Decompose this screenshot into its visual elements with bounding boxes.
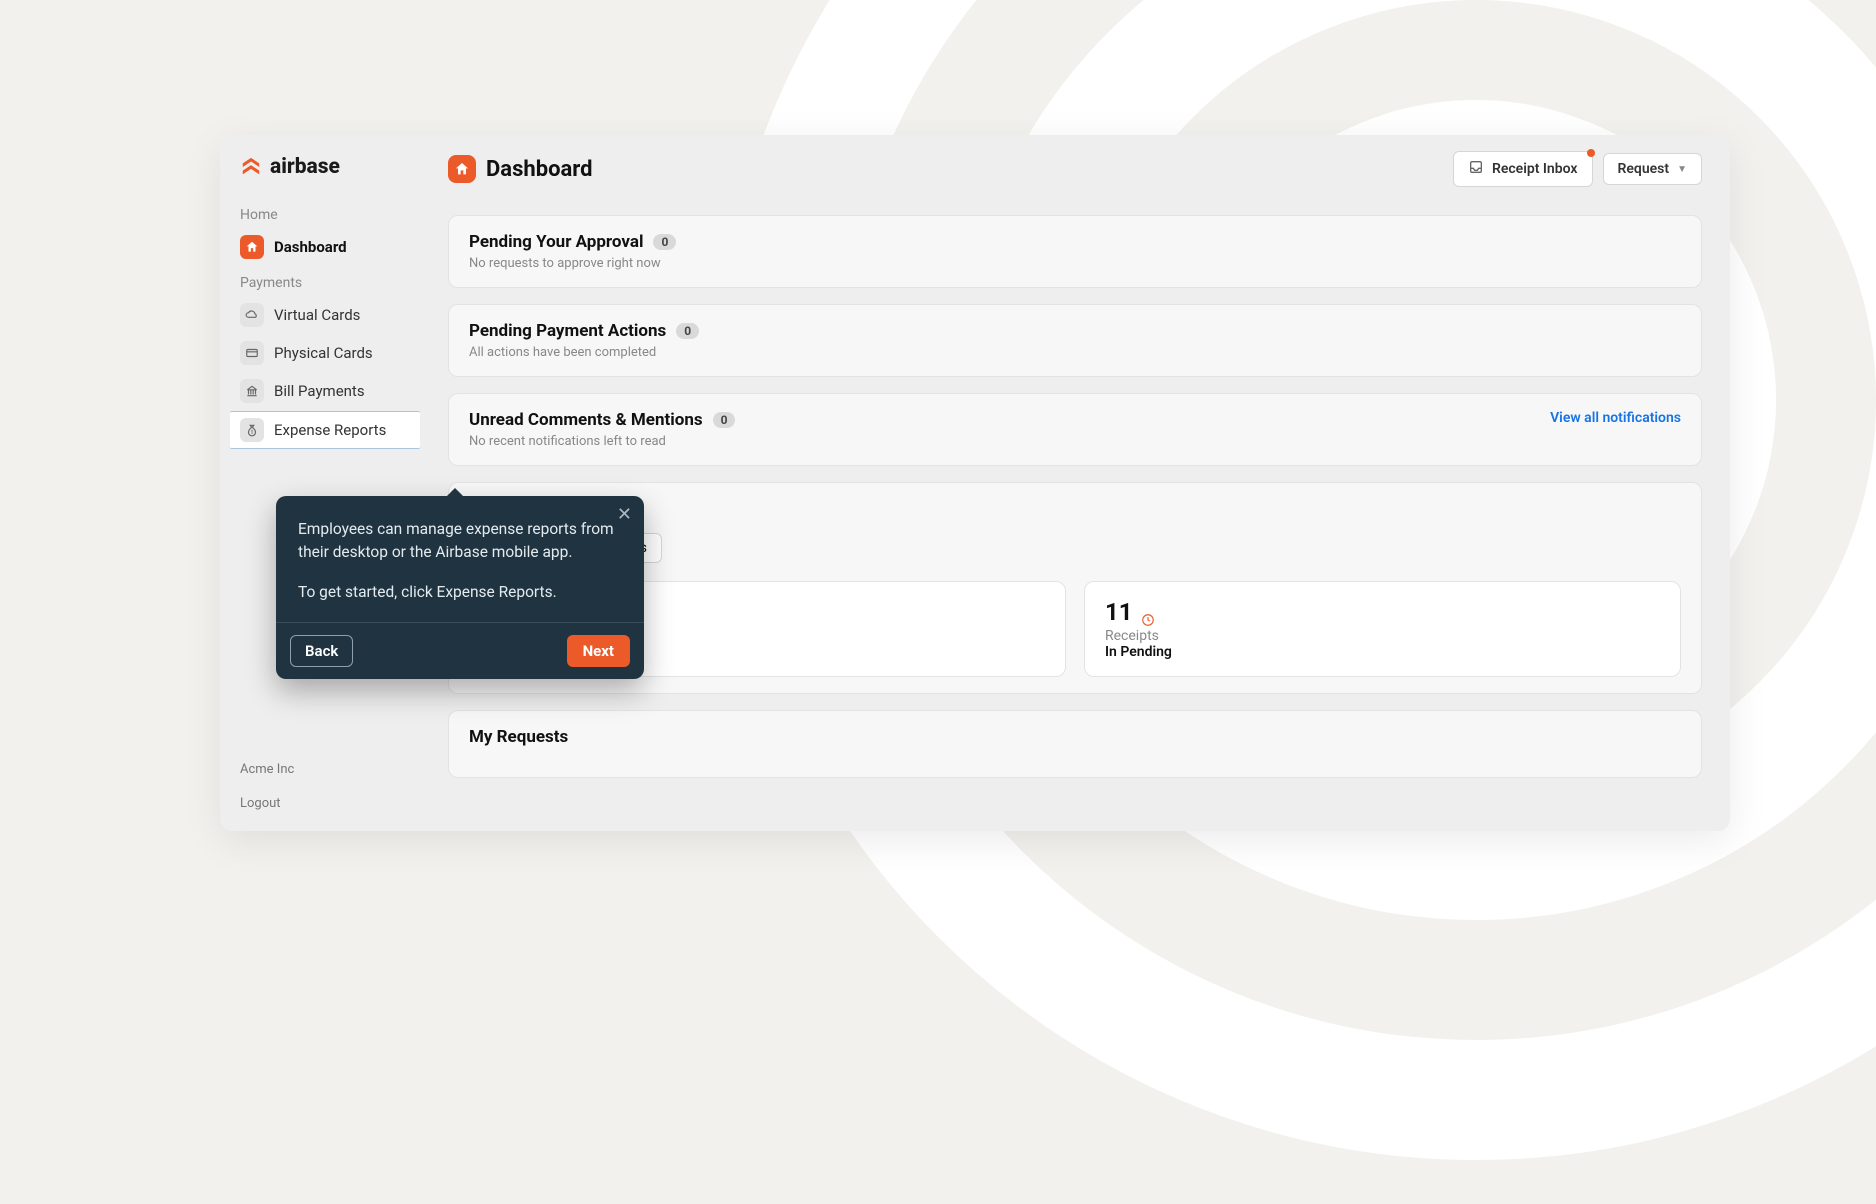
pending-payment-card: Pending Payment Actions 0 All actions ha…: [448, 304, 1702, 377]
sidebar-item-label: Dashboard: [274, 238, 347, 256]
card-subtitle: No recent notifications left to read: [469, 434, 1681, 449]
card-title: My Requests: [469, 727, 1681, 747]
stat-receipts-pending: 11 Receipts In Pending: [1084, 581, 1681, 677]
sidebar-item-label: Expense Reports: [274, 421, 386, 439]
card-title: Pending Your Approval: [469, 232, 643, 252]
my-requests-card: My Requests: [448, 710, 1702, 778]
sidebar: airbase Home Dashboard Payments Virtual …: [220, 135, 420, 831]
sidebar-item-label: Physical Cards: [274, 344, 373, 362]
app-window: airbase Home Dashboard Payments Virtual …: [220, 135, 1730, 831]
logout-link[interactable]: Logout: [240, 794, 294, 814]
back-button[interactable]: Back: [290, 635, 353, 667]
home-icon: [448, 155, 476, 183]
sidebar-item-label: Virtual Cards: [274, 306, 360, 324]
sidebar-item-label: Bill Payments: [274, 382, 365, 400]
sidebar-item-bill-payments[interactable]: Bill Payments: [220, 373, 420, 409]
notification-dot-icon: [1587, 149, 1595, 157]
brand-logo-icon: [240, 156, 262, 178]
view-all-notifications-link[interactable]: View all notifications: [1550, 410, 1681, 426]
main-content: Dashboard Receipt Inbox Request ▼ Pendin…: [420, 135, 1730, 831]
inbox-icon: [1468, 159, 1484, 179]
tooltip-text-1: Employees can manage expense reports fro…: [298, 518, 622, 565]
nav-section-home: Home: [220, 199, 420, 227]
card-title: Unread Comments & Mentions: [469, 410, 703, 430]
header: Dashboard Receipt Inbox Request ▼: [448, 151, 1702, 187]
count-badge: 0: [653, 234, 676, 250]
home-icon: [240, 235, 264, 259]
cloud-icon: [240, 303, 264, 327]
tooltip-body: Employees can manage expense reports fro…: [276, 496, 644, 622]
sidebar-item-expense-reports[interactable]: $ Expense Reports: [230, 411, 420, 449]
card-subtitle: No requests to approve right now: [469, 256, 1681, 271]
pending-approval-card: Pending Your Approval 0 No requests to a…: [448, 215, 1702, 288]
sidebar-item-dashboard[interactable]: Dashboard: [220, 229, 420, 265]
count-badge: 0: [676, 323, 699, 339]
card-subtitle: All actions have been completed: [469, 345, 1681, 360]
attention-tabs: eipts Physical Cards: [469, 533, 1681, 563]
card-title: Pending Payment Actions: [469, 321, 666, 341]
svg-text:$: $: [251, 429, 254, 436]
chevron-down-icon: ▼: [1677, 164, 1687, 175]
unread-comments-card: Unread Comments & Mentions 0 No recent n…: [448, 393, 1702, 466]
tooltip-text-2: To get started, click Expense Reports.: [298, 581, 622, 604]
brand-logo: airbase: [220, 155, 420, 199]
close-icon[interactable]: ✕: [617, 506, 632, 524]
next-button[interactable]: Next: [567, 635, 630, 667]
bank-icon: [240, 379, 264, 403]
money-bag-icon: $: [240, 418, 264, 442]
header-actions: Receipt Inbox Request ▼: [1453, 151, 1702, 187]
page-title: Dashboard: [448, 155, 593, 183]
count-badge: 0: [713, 412, 736, 428]
stat-grid: sactions y Spend 11 Receipts In Pending: [469, 581, 1681, 677]
onboarding-tooltip: ✕ Employees can manage expense reports f…: [276, 496, 644, 679]
sidebar-item-virtual-cards[interactable]: Virtual Cards: [220, 297, 420, 333]
card-icon: [240, 341, 264, 365]
sidebar-item-physical-cards[interactable]: Physical Cards: [220, 335, 420, 371]
brand-name: airbase: [270, 155, 340, 179]
nav-section-payments: Payments: [220, 267, 420, 295]
tooltip-footer: Back Next: [276, 622, 644, 679]
sidebar-footer: Acme Inc Logout: [240, 760, 294, 813]
company-name: Acme Inc: [240, 760, 294, 780]
receipt-inbox-button[interactable]: Receipt Inbox: [1453, 151, 1593, 187]
request-button[interactable]: Request ▼: [1603, 153, 1703, 185]
clock-icon: [1141, 605, 1155, 619]
